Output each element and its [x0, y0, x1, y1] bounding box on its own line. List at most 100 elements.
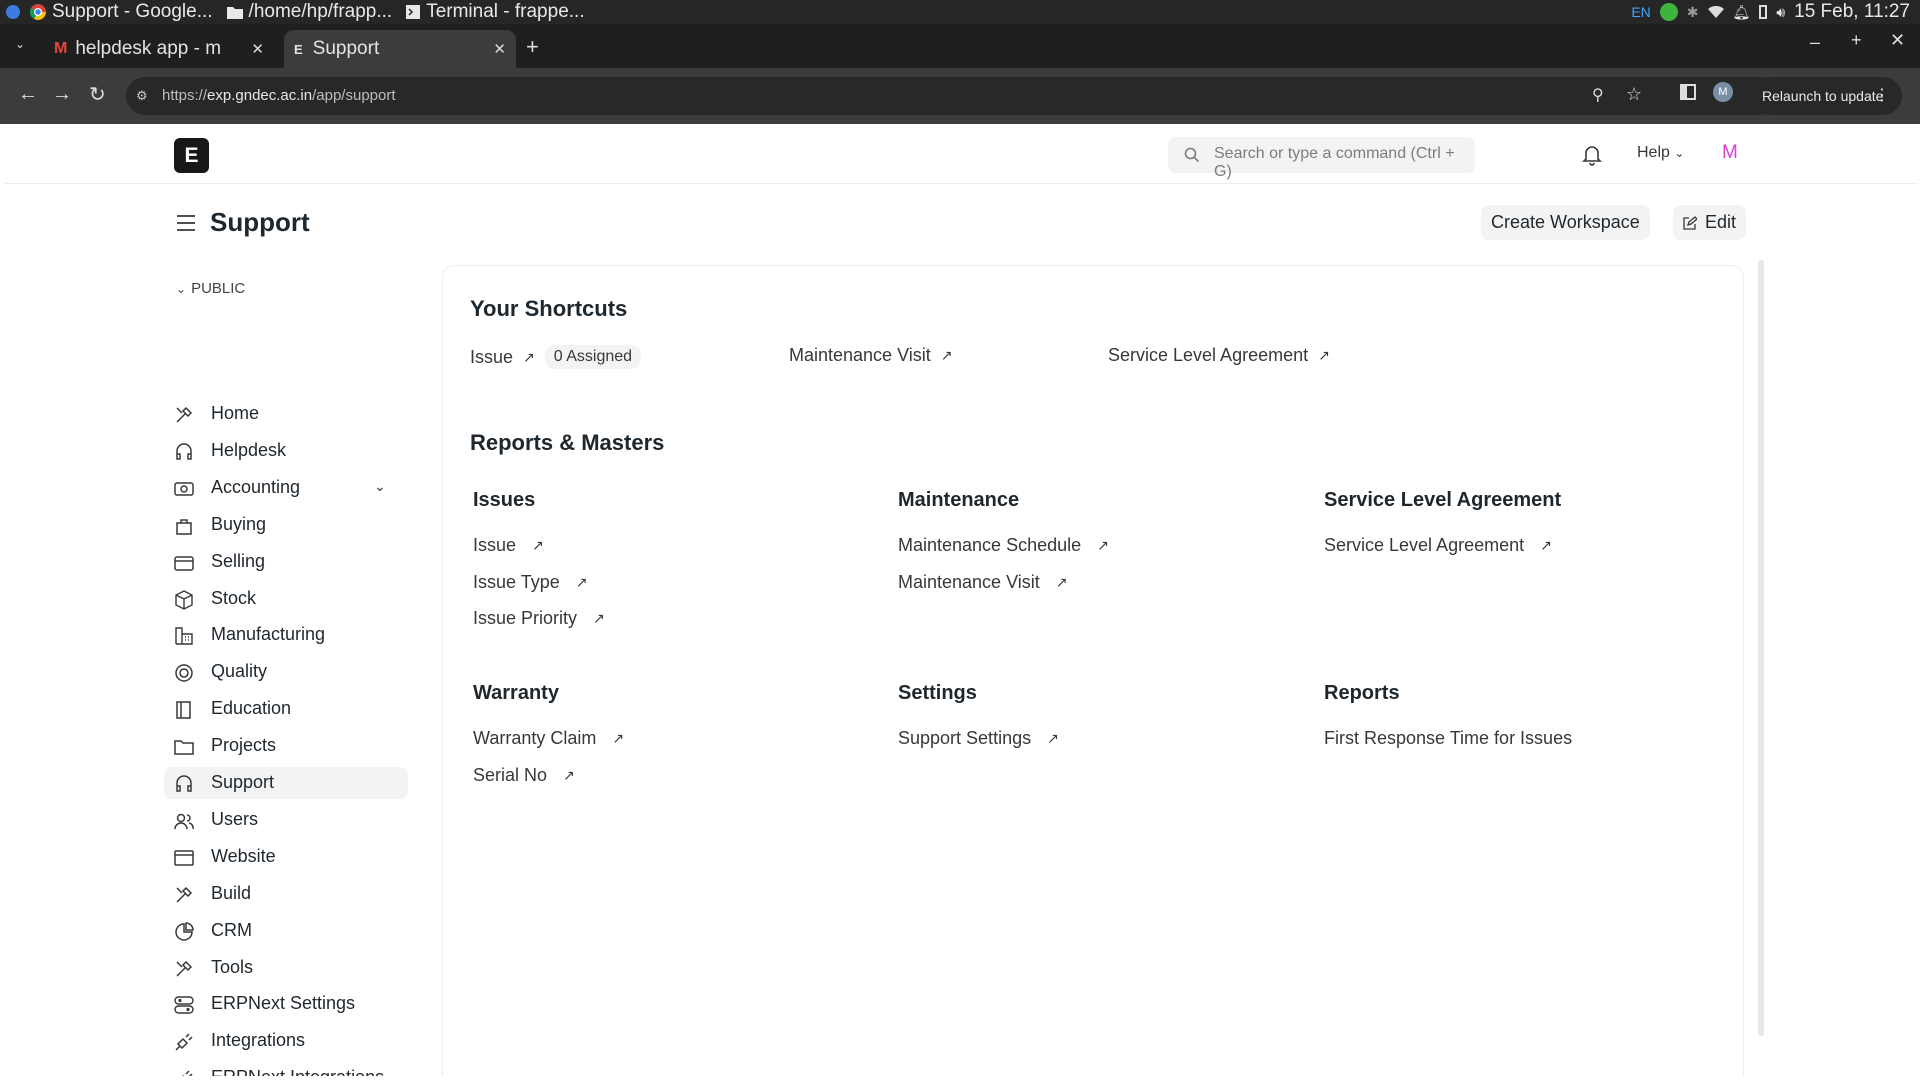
sidebar-section-public[interactable]: ⌄ PUBLIC [176, 280, 245, 297]
address-bar[interactable]: ⚙ https://exp.gndec.ac.in/app/support ⚲ … [126, 77, 1778, 115]
card-title-maintenance: Maintenance [898, 489, 1020, 511]
browser-icon [174, 850, 194, 866]
sidebar-item-crm[interactable]: CRM [164, 915, 408, 947]
volume-icon[interactable]: 🔊︎ [1776, 4, 1785, 21]
app-logo[interactable]: E [174, 138, 209, 173]
reload-icon[interactable]: ↻ [89, 82, 106, 107]
sidebar-item-buying[interactable]: Buying [164, 509, 408, 541]
close-icon[interactable]: ✕ [493, 40, 506, 58]
report-link-warranty-claim[interactable]: Warranty Claim ↗ [473, 728, 624, 749]
wifi-icon[interactable] [1707, 6, 1724, 18]
sidebar-item-helpdesk[interactable]: Helpdesk [164, 435, 408, 467]
report-link-first-response-time-for-issues[interactable]: First Response Time for Issues [1324, 728, 1572, 749]
close-icon[interactable]: ✕ [251, 40, 264, 58]
sidebar-item-quality[interactable]: Quality [164, 656, 408, 688]
sidebar-toggle-icon[interactable] [176, 214, 196, 232]
tab-search-chevron-icon[interactable]: ⌄ [15, 37, 25, 51]
bell-icon[interactable]: 🔔︎ [1733, 4, 1751, 21]
page-title: Support [210, 207, 310, 237]
taskbar-app-chrome[interactable]: Support - Google... [30, 1, 213, 23]
battery-icon[interactable] [1759, 5, 1768, 19]
forward-icon[interactable]: → [52, 83, 72, 106]
url-text[interactable]: https://exp.gndec.ac.in/app/support [162, 87, 396, 104]
back-icon[interactable]: ← [18, 83, 38, 106]
check-icon[interactable] [1659, 3, 1678, 21]
sidebar-item-build[interactable]: Build [164, 878, 408, 910]
bluetooth-icon[interactable]: ✱ [1687, 4, 1699, 21]
sidebar-item-manufacturing[interactable]: Manufacturing [164, 619, 408, 651]
sidebar-item-support[interactable]: Support [164, 767, 408, 799]
report-link-maintenance-schedule[interactable]: Maintenance Schedule ↗ [898, 535, 1109, 556]
sidebar-item-erpnext-integrations[interactable]: ERPNext Integrations [164, 1062, 408, 1076]
language-indicator[interactable]: EN [1631, 4, 1650, 20]
search-bar[interactable]: Search or type a command (Ctrl + G) [1168, 137, 1475, 180]
chevron-down-icon[interactable]: ⌄ [374, 478, 386, 495]
report-link-label: First Response Time for Issues [1324, 728, 1573, 748]
sidebar-item-projects[interactable]: Projects [164, 730, 408, 762]
report-link-support-settings[interactable]: Support Settings ↗ [898, 728, 1059, 749]
window-close-icon[interactable]: ✕ [1890, 30, 1905, 51]
erpnext-favicon-icon: E [294, 41, 303, 57]
kebab-menu-icon[interactable]: ⋮ [1874, 85, 1890, 105]
report-link-issue[interactable]: Issue ↗ [473, 535, 544, 556]
shortcut-maintenance-visit[interactable]: Maintenance Visit ↗ [789, 345, 952, 366]
notification-bell-icon[interactable] [1582, 144, 1602, 166]
arrow-up-right-icon: ↗ [532, 537, 544, 553]
zoom-icon[interactable]: ⚲ [1592, 85, 1604, 105]
page-scrollbar[interactable] [1758, 260, 1764, 1036]
users-icon [174, 813, 194, 830]
minimize-icon[interactable]: – [1810, 32, 1820, 53]
tab-gmail[interactable]: M helpdesk app - m ✕ [44, 30, 274, 68]
system-tray: EN ✱ 🔔︎ 🔊︎ 15 Feb, 11:27 [1631, 0, 1910, 24]
relaunch-button[interactable]: Relaunch to update ⋮ [1752, 77, 1902, 115]
report-link-label: Issue Type [473, 571, 560, 592]
taskbar-app-files[interactable]: /home/hp/frapp... [226, 1, 392, 23]
shortcut-service-level-agreement[interactable]: Service Level Agreement ↗ [1108, 345, 1330, 366]
report-link-service-level-agreement[interactable]: Service Level Agreement ↗ [1324, 535, 1552, 556]
sidebar-item-stock[interactable]: Stock [164, 583, 408, 615]
report-link-issue-type[interactable]: Issue Type ↗ [473, 572, 587, 593]
sidebar-item-education[interactable]: Education [164, 693, 408, 725]
sidebar-item-label: Manufacturing [211, 624, 326, 645]
sidebar-item-accounting[interactable]: Accounting ⌄ [164, 472, 408, 504]
report-link-serial-no[interactable]: Serial No ↗ [473, 765, 575, 786]
maximize-icon[interactable]: + [1851, 30, 1862, 51]
report-link-label: Serial No [473, 764, 548, 785]
sidebar-item-label: Build [211, 882, 252, 903]
sidebar-item-label: Support [211, 772, 275, 792]
tab-support[interactable]: E Support ✕ [284, 30, 516, 68]
tab-label: Support [312, 38, 380, 59]
report-link-maintenance-visit[interactable]: Maintenance Visit ↗ [898, 572, 1067, 593]
sidebar-item-tools[interactable]: Tools [164, 952, 408, 984]
profile-initial: M [1718, 86, 1728, 98]
shortcut-issue[interactable]: Issue ↗ 0 Assigned [470, 345, 642, 369]
taskbar-app-terminal[interactable]: Terminal - frappe... [406, 1, 585, 23]
report-link-label: Issue [473, 535, 517, 555]
sidebar-item-selling[interactable]: Selling [164, 546, 408, 578]
sidebar-item-website[interactable]: Website [164, 841, 408, 873]
sidebar-item-integrations[interactable]: Integrations [164, 1025, 408, 1057]
new-tab-icon[interactable]: + [526, 34, 539, 60]
report-link-issue-priority[interactable]: Issue Priority ↗ [473, 608, 605, 629]
profile-avatar[interactable]: M [1713, 82, 1733, 102]
edit-icon [1683, 215, 1697, 230]
sidebar-item-users[interactable]: Users [164, 804, 408, 836]
clock[interactable]: 15 Feb, 11:27 [1794, 1, 1910, 23]
report-link-label: Support Settings [898, 728, 1032, 748]
browser-tab-bar: ⌄ M helpdesk app - m ✕ E Support ✕ + – +… [0, 24, 1920, 68]
chrome-icon [30, 4, 46, 20]
user-avatar[interactable]: M [1722, 142, 1738, 164]
os-menu-icon[interactable] [6, 5, 20, 19]
bookmark-star-icon[interactable]: ☆ [1626, 84, 1642, 105]
sidebar-item-label: Helpdesk [211, 439, 287, 460]
arrow-up-right-icon: ↗ [1318, 347, 1330, 363]
side-panel-icon[interactable] [1680, 84, 1696, 100]
sidebar-item-home[interactable]: Home [164, 398, 408, 430]
site-info-icon[interactable]: ⚙ [136, 88, 148, 104]
create-workspace-button[interactable]: Create Workspace [1481, 205, 1650, 240]
help-dropdown[interactable]: Help ⌄ [1637, 144, 1684, 162]
edit-button[interactable]: Edit [1673, 205, 1747, 240]
app-navbar: E Search or type a command (Ctrl + G) He… [4, 124, 1918, 184]
shortcut-label: Service Level Agreement [1108, 345, 1309, 365]
sidebar-item-erpnext-settings[interactable]: ERPNext Settings [164, 988, 408, 1020]
